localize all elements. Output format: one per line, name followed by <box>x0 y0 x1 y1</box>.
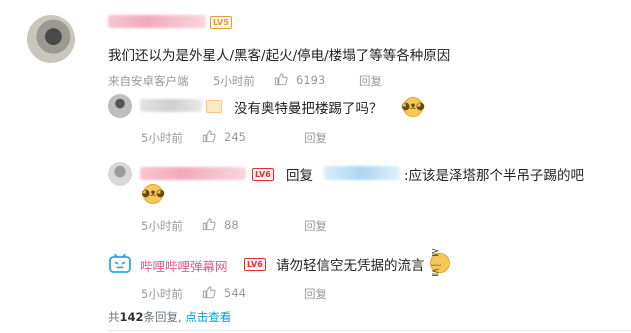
doge-emoji-icon: ◕ᴥ◕ <box>141 184 165 204</box>
reply-time: 5小时前 <box>141 131 183 145</box>
reply-avatar[interactable] <box>108 162 132 186</box>
like-count: 88 <box>224 218 239 232</box>
divider <box>108 330 631 331</box>
commenter-avatar[interactable] <box>27 15 75 63</box>
doge-emoji-icon: ◕ᴥ◕ <box>401 97 425 117</box>
mentioned-username[interactable] <box>324 166 400 180</box>
thumbs-up-icon <box>202 130 216 143</box>
total-suffix: 条回复, <box>143 310 182 324</box>
like-button[interactable] <box>274 71 288 90</box>
comment-time: 5小时前 <box>213 74 255 88</box>
thumbs-up-icon <box>202 286 216 299</box>
sweat-emoji-icon: ≧﹏≦ <box>430 248 450 278</box>
reply-text: :应该是泽塔那个半吊子踢的吧 <box>404 168 585 184</box>
level-badge: LV6 <box>244 258 266 271</box>
reply-time: 5小时前 <box>141 219 183 233</box>
like-button[interactable] <box>202 284 216 303</box>
like-button[interactable] <box>202 128 216 147</box>
bilibili-tv-icon[interactable] <box>108 252 132 274</box>
like-count: 245 <box>224 130 246 144</box>
reply-time: 5小时前 <box>141 287 183 301</box>
reply-button[interactable]: 回复 <box>359 73 382 89</box>
view-all-replies-link[interactable]: 点击查看 <box>185 310 231 324</box>
comment-text: 我们还以为是外星人/黑客/起火/停电/楼塌了等等各种原因 <box>108 48 451 64</box>
reply-avatar[interactable] <box>108 94 132 118</box>
reply-username[interactable] <box>140 99 202 112</box>
reply-prefix: 回复 <box>286 168 313 184</box>
reply-button[interactable]: 回复 <box>304 286 327 302</box>
like-count: 6193 <box>296 73 326 87</box>
level-badge: LV5 <box>210 16 232 29</box>
total-count: 142 <box>119 310 144 324</box>
level-badge <box>206 100 222 113</box>
reply-text: 请勿轻信空无凭据的流言 <box>276 258 425 274</box>
reply-username[interactable] <box>140 167 246 180</box>
commenter-username[interactable] <box>108 15 206 28</box>
like-button[interactable] <box>202 216 216 235</box>
reply-text: 没有奥特曼把楼踢了吗？ <box>234 101 383 117</box>
reply-button[interactable]: 回复 <box>304 218 327 234</box>
comment-source: 来自安卓客户端 <box>108 74 189 88</box>
total-replies: 共142条回复, 点击查看 <box>108 309 231 325</box>
thumbs-up-icon <box>274 73 288 86</box>
like-count: 544 <box>224 286 246 300</box>
thumbs-up-icon <box>202 218 216 231</box>
total-prefix: 共 <box>108 310 120 324</box>
official-username[interactable]: 哔哩哔哩弹幕网 <box>140 256 228 275</box>
level-badge: LV6 <box>252 168 274 181</box>
reply-button[interactable]: 回复 <box>304 130 327 146</box>
